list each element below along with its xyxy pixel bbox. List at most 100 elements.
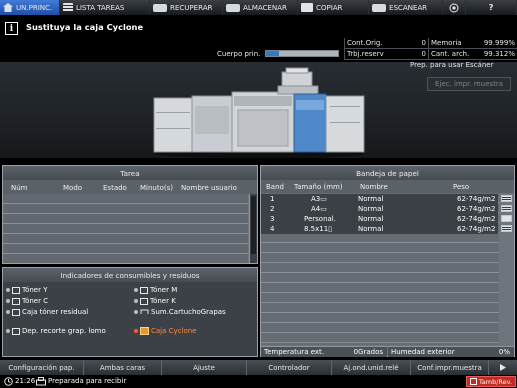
main-body-progress-bar [265,50,339,57]
tray-weight: 62-74g/m2 [457,215,496,223]
tab-recall[interactable]: RECUPERAR [150,0,223,15]
consumable-label: Sum.CartuchoGrapas [151,308,226,316]
consumable-staple-cartridge: Sum.CartuchoGrapas [134,308,226,316]
relay-unit-adjust-button[interactable]: Aj.ond.unid.relé [332,360,411,375]
ready-status-text: Prep. para usar Escáner [410,61,494,69]
humidity-label: Humedad exterior [391,348,455,356]
tab-main-unit[interactable]: UN.PRINC. [0,0,60,15]
tray-row[interactable]: 2 A4▭ Normal 62-74g/m2 [261,204,498,214]
status-dot-icon [134,288,138,292]
copy-icon [301,3,313,12]
tray-size: Personal. [304,215,336,223]
job-table-body[interactable] [3,194,248,263]
receive-status-text: Preparada para recibir [48,377,127,385]
tray-number: 3 [270,215,275,223]
column-header: Modo [63,184,83,192]
reserved-jobs-label: Trbj.reserv [347,50,384,58]
next-button[interactable] [489,360,517,375]
info-icon: i [5,22,18,35]
printer-machine-illustration [153,67,365,158]
consumable-toner-k: Tóner K [134,297,176,305]
consumable-label: Tóner Y [22,286,48,294]
tray-size: 8.5x11▯ [304,225,333,233]
tray-size: A3▭ [311,195,327,203]
memory-value: 99.999% [483,39,515,47]
consumable-label: Caja tóner residual [22,308,89,316]
toner-icon [140,286,148,294]
main-body-label: Cuerpo prin. [217,50,261,58]
consumable-trim-bin: Dep. recorte grap. lomo [6,327,106,335]
file-amount-value: 99.312% [483,50,515,58]
tray-paper-name: Normal [358,195,384,203]
scanner-icon [372,3,386,12]
tab-label: ALMACENAR [243,3,287,12]
status-dot-icon [6,299,10,303]
duplex-button[interactable]: Ambas caras [84,360,162,375]
toner-icon [12,286,20,294]
column-header: Nombre usuario [181,184,237,192]
consumable-toner-y: Tóner Y [6,286,48,294]
tray-weight: 62-74g/m2 [457,205,496,213]
list-icon [63,3,73,12]
tray-row[interactable]: 4 8.5x11▯ Normal 62-74g/m2 [261,224,498,234]
toner-icon [140,297,148,305]
message-text: Sustituya la caja Cyclone [26,22,144,32]
tray-level-icon [501,195,512,202]
adjustment-button[interactable]: Ajuste [162,360,247,375]
tray-number: 1 [270,195,275,203]
tray-weight: 62-74g/m2 [457,195,496,203]
sample-print-settings-button[interactable]: Conf.impr.muestra [411,360,489,375]
help-label: ? [488,3,494,12]
tray-row[interactable]: 1 A3▭ Normal 62-74g/m2 [261,194,498,204]
tray-level-icon [501,225,512,232]
consumables-title: Indicadores de consumibles y residuos [3,268,257,282]
home-icon [3,3,13,12]
tab-scan[interactable]: ESCANEAR [369,0,443,15]
memory-label: Memoria [431,39,462,47]
tray-size: A4▭ [311,205,327,213]
file-amount-label: Cant. arch. [431,50,470,58]
clock-time: 21:26 [15,377,36,385]
tab-copy[interactable]: COPIAR [298,0,369,15]
tray-number: 2 [270,205,275,213]
consumable-cyclone-box: Caja Cyclone [134,327,197,335]
job-table-scrollbar[interactable] [249,194,257,263]
tamb-rev-button[interactable]: Tamb/Rev. [466,376,516,387]
printer-icon [153,3,167,12]
flip-icon [469,378,477,385]
reserved-jobs-counter: Trbj.reserv 0 [344,49,428,60]
tray-weight: 62-74g/m2 [457,225,496,233]
temperature-value: 0Grados [353,348,383,356]
column-header: Band [266,183,284,191]
printer-icon [36,377,46,386]
column-header: Nombre [360,183,388,191]
sample-print-button[interactable]: Ejec. impr. muestra [427,77,511,91]
consumable-waste-toner-box: Caja tóner residual [6,308,88,316]
arrow-right-icon [500,364,506,371]
consumable-label: Caja Cyclone [151,327,197,335]
status-line: 21:26 Preparada para recibir Tamb/Rev. [0,375,517,388]
tab-store[interactable]: ALMACENAR [223,0,298,15]
tray-paper-name: Normal [358,225,384,233]
temperature-label: Temperatura ext. [264,348,324,356]
globe-button[interactable] [443,0,466,15]
cont-orig-counter: Cont.Orig. 0 [344,38,428,49]
printer-icon [226,3,240,12]
tray-row[interactable]: 3 Personal. Normal 62-74g/m2 [261,214,498,224]
clock-icon [4,377,13,386]
controller-button[interactable]: Controlador [247,360,332,375]
cont-orig-value: 0 [421,39,426,47]
globe-icon [449,3,459,12]
tab-label: RECUPERAR [170,3,213,12]
tray-level-indicators [501,195,512,235]
status-dot-icon [6,288,10,292]
paper-setting-button[interactable]: Configuración pap. [0,360,84,375]
tab-job-list[interactable]: LISTA TAREAS [60,0,150,15]
tray-number: 4 [270,225,275,233]
tray-level-icon [501,205,512,212]
scrollbar-thumb[interactable] [251,196,256,254]
column-header: Estado [103,184,127,192]
job-panel-title: Tarea [3,166,257,180]
help-button[interactable]: ? [466,0,517,15]
warning-icon [140,327,149,335]
